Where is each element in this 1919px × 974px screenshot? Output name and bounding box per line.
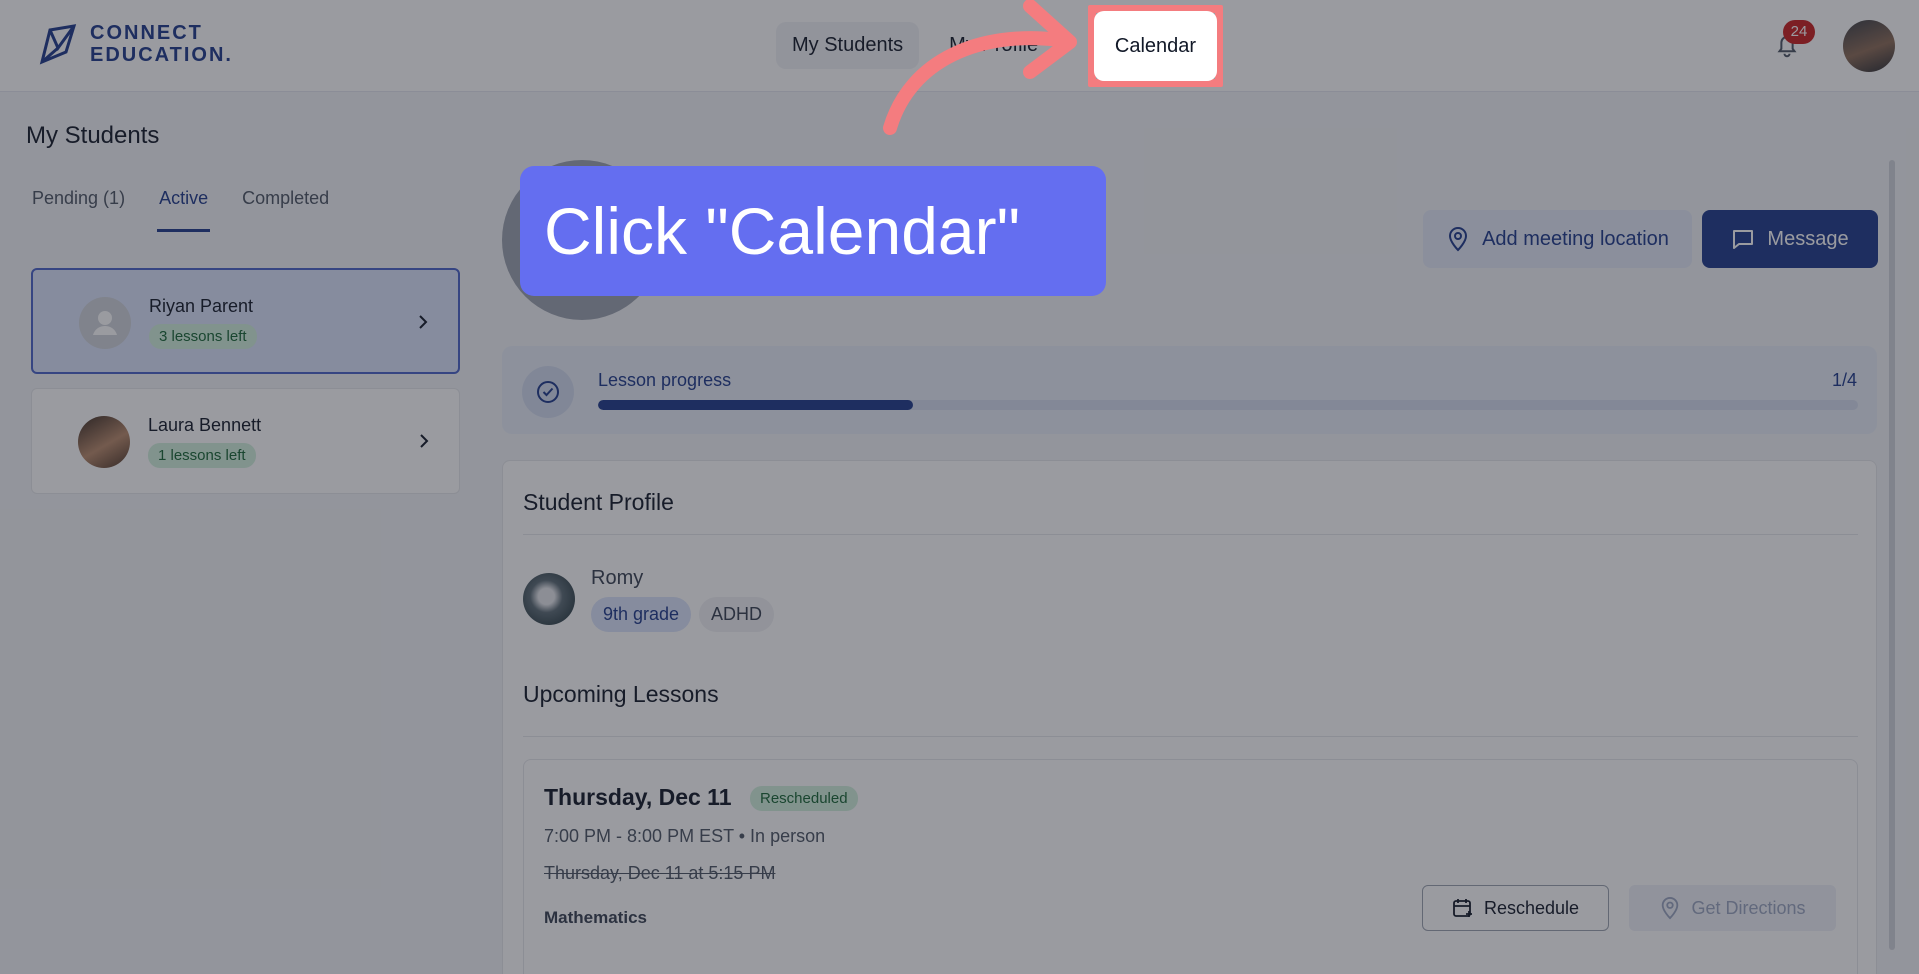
tutorial-dim-overlay xyxy=(0,0,1919,974)
tutorial-callout: Click "Calendar" xyxy=(520,166,1106,296)
calendar-spotlight: Calendar xyxy=(1094,11,1217,81)
nav-calendar[interactable]: Calendar xyxy=(1094,11,1217,81)
pointer-arrow-icon xyxy=(883,0,1077,135)
